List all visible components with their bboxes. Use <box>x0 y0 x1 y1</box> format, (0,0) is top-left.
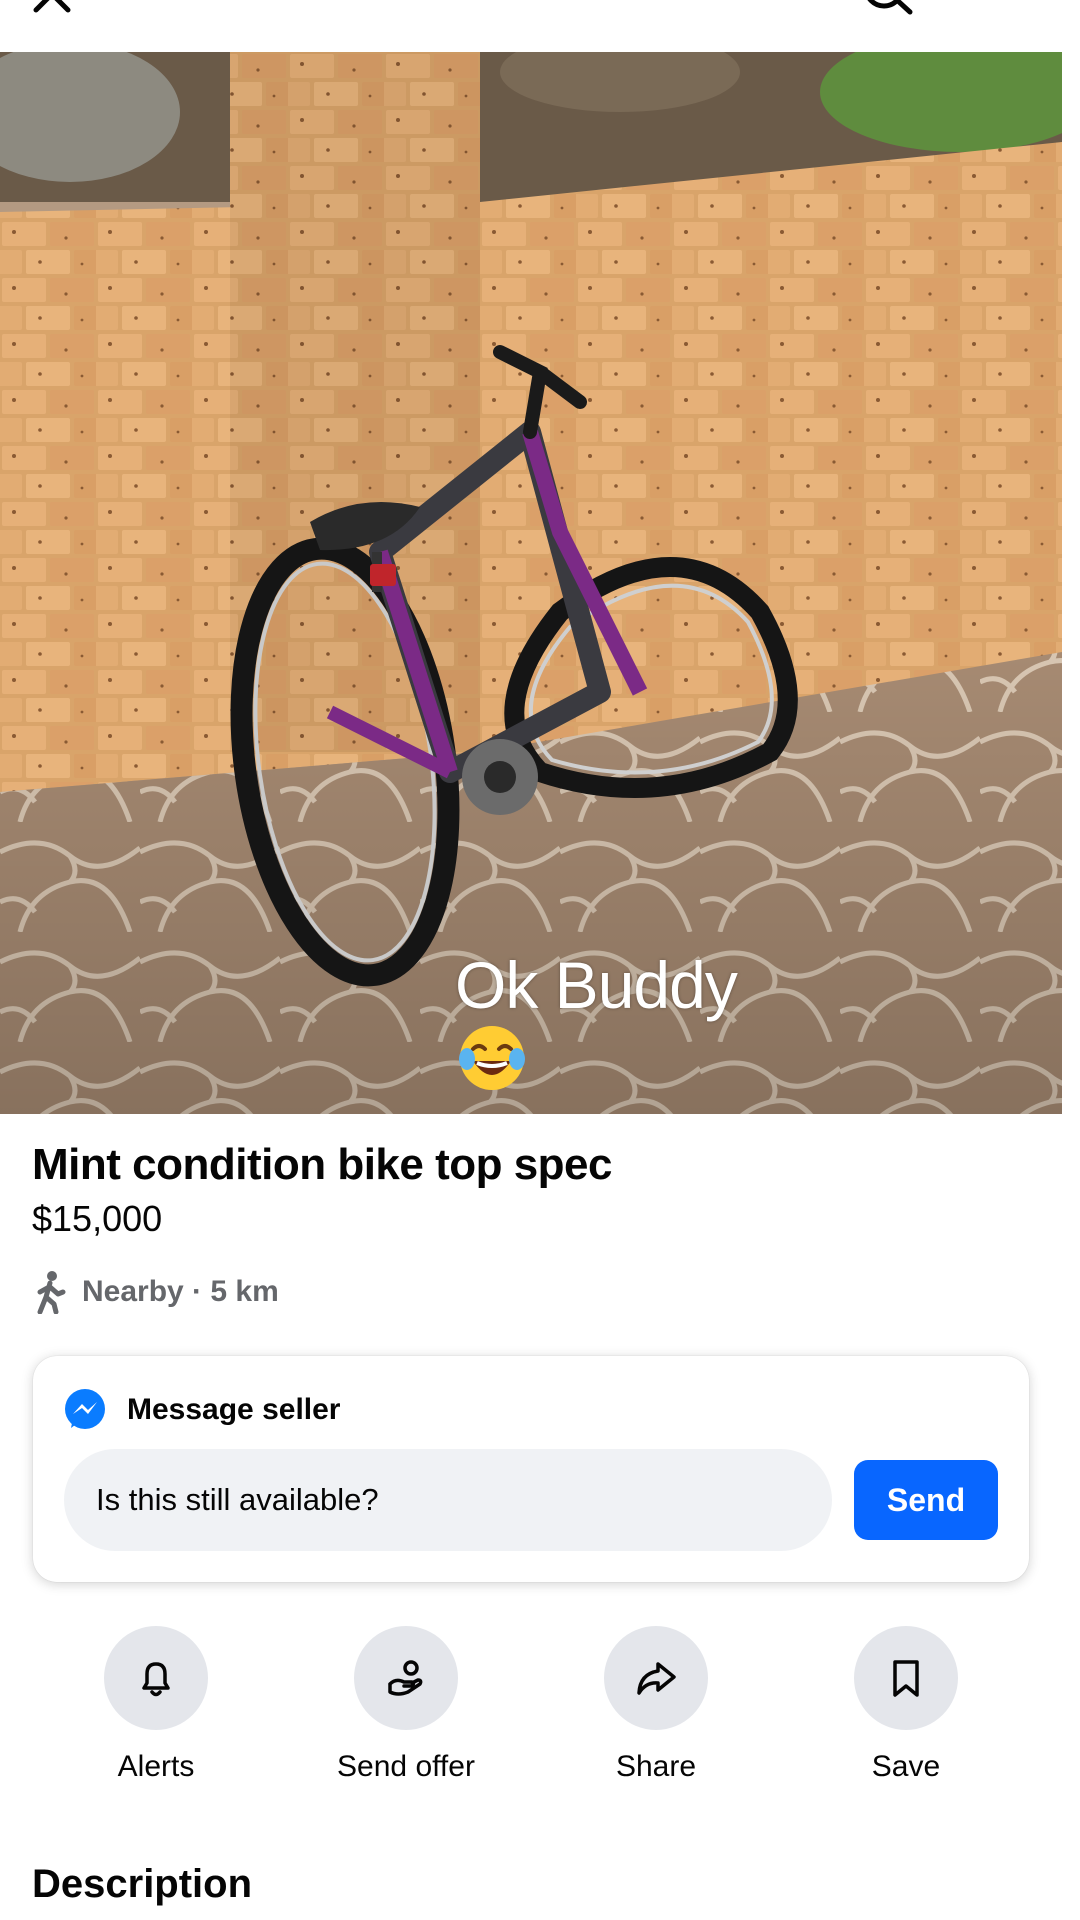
send-offer-button[interactable]: Send offer <box>281 1626 531 1783</box>
send-button[interactable]: Send <box>854 1460 998 1540</box>
walking-person-icon <box>37 1271 66 1314</box>
send-offer-circle[interactable] <box>354 1626 458 1730</box>
save-label: Save <box>871 1750 941 1783</box>
message-seller-header: Message seller <box>63 1386 340 1434</box>
laughing-emoji-icon <box>459 1026 525 1090</box>
alerts-label: Alerts <box>117 1750 195 1783</box>
save-button[interactable]: Save <box>781 1626 1031 1783</box>
listing-distance: Nearby · 5 km <box>32 1270 279 1314</box>
close-icon[interactable] <box>30 0 74 16</box>
share-circle[interactable] <box>604 1626 708 1730</box>
top-nav-bar <box>0 0 1080 52</box>
message-seller-card: Message seller Send <box>33 1356 1029 1582</box>
messenger-icon <box>65 1389 105 1429</box>
listing-photo[interactable]: Ok Buddy <box>0 52 1062 1114</box>
photo-caption: Ok Buddy <box>455 947 738 1093</box>
alerts-circle[interactable] <box>104 1626 208 1730</box>
share-label: Share <box>615 1750 697 1783</box>
photo-caption-text: Ok Buddy <box>455 948 738 1022</box>
save-circle[interactable] <box>854 1626 958 1730</box>
offer-hand-icon <box>388 1660 423 1696</box>
listing-price: $15,000 <box>32 1198 163 1239</box>
distance-label: Nearby · 5 km <box>82 1275 279 1308</box>
message-seller-label: Message seller <box>127 1393 341 1426</box>
share-button[interactable]: Share <box>531 1626 781 1783</box>
description-heading: Description <box>32 1862 253 1906</box>
bell-icon <box>142 1662 170 1697</box>
listing-title: Mint condition bike top spec <box>32 1140 613 1189</box>
send-offer-label: Send offer <box>337 1750 475 1783</box>
alerts-button[interactable]: Alerts <box>31 1626 281 1783</box>
message-input[interactable] <box>64 1449 832 1551</box>
share-arrow-icon <box>637 1662 676 1695</box>
search-icon[interactable] <box>862 0 916 16</box>
bookmark-icon <box>893 1660 919 1697</box>
action-row: Alerts Send offer Share Save <box>0 1626 1080 1783</box>
